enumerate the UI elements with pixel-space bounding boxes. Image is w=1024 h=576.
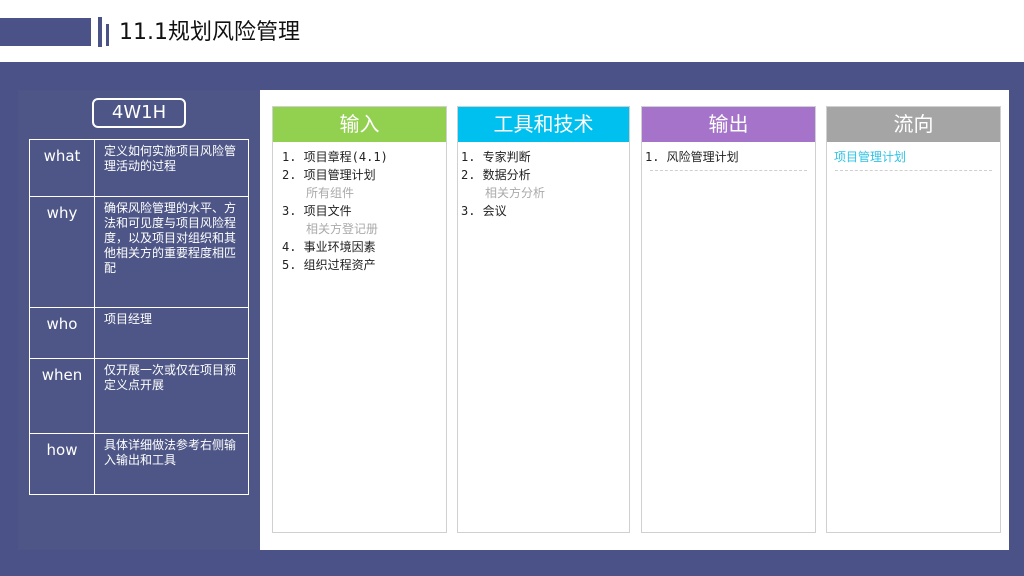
list-item: 2. 项目管理计划 [282,168,376,182]
row-value: 具体详细做法参考右侧输入输出和工具 [94,433,249,495]
flow-divider [835,170,992,171]
row-value: 定义如何实施项目风险管理活动的过程 [94,139,249,197]
output-column: 输出 1. 风险管理计划 [641,106,816,533]
list-item: 1. 风险管理计划 [645,150,739,164]
output-divider [650,170,807,171]
row-key: why [29,196,95,308]
4w1h-table: what 定义如何实施项目风险管理活动的过程 why 确保风险管理的水平、方法和… [29,139,249,495]
list-subitem: 相关方登记册 [306,222,379,236]
table-row: how 具体详细做法参考右侧输入输出和工具 [29,433,249,495]
row-value: 项目经理 [94,307,249,359]
list-item: 5. 组织过程资产 [282,258,376,272]
list-subitem: 相关方分析 [485,186,546,200]
input-column: 输入 1. 项目章程(4.1) 2. 项目管理计划 所有组件 3. 项目文件 相… [272,106,447,533]
table-row: why 确保风险管理的水平、方法和可见度与项目风险程度，以及项目对组织和其他相关… [29,196,249,308]
row-key: how [29,433,95,495]
flow-header: 流向 [827,107,1000,142]
header-divider-thin [106,24,109,46]
row-key: who [29,307,95,359]
output-header: 输出 [642,107,815,142]
tools-header: 工具和技术 [458,107,629,142]
table-row: when 仅开展一次或仅在项目预定义点开展 [29,358,249,434]
list-item: 3. 会议 [461,204,507,218]
row-value: 仅开展一次或仅在项目预定义点开展 [94,358,249,434]
table-row: what 定义如何实施项目风险管理活动的过程 [29,139,249,197]
row-key: what [29,139,95,197]
process-panel: 输入 1. 项目章程(4.1) 2. 项目管理计划 所有组件 3. 项目文件 相… [260,90,1009,550]
list-item: 1. 专家判断 [461,150,531,164]
row-value: 确保风险管理的水平、方法和可见度与项目风险程度，以及项目对组织和其他相关方的重要… [94,196,249,308]
list-subitem: 所有组件 [306,186,355,200]
input-header: 输入 [273,107,446,142]
page-title: 11.1规划风险管理 [119,20,300,45]
header-accent-bar [0,18,91,46]
tools-column: 工具和技术 1. 专家判断 2. 数据分析 相关方分析 3. 会议 [457,106,630,533]
header-divider-thick [98,17,102,47]
list-item: 3. 项目文件 [282,204,352,218]
4w1h-badge: 4W1H [92,98,186,128]
table-row: who 项目经理 [29,307,249,359]
list-item: 2. 数据分析 [461,168,531,182]
flow-link-item[interactable]: 项目管理计划 [830,148,1000,166]
list-item: 4. 事业环境因素 [282,240,376,254]
row-key: when [29,358,95,434]
flow-column: 流向 项目管理计划 [826,106,1001,533]
4w1h-panel: 4W1H what 定义如何实施项目风险管理活动的过程 why 确保风险管理的水… [18,90,260,550]
list-item: 1. 项目章程(4.1) [282,150,388,164]
